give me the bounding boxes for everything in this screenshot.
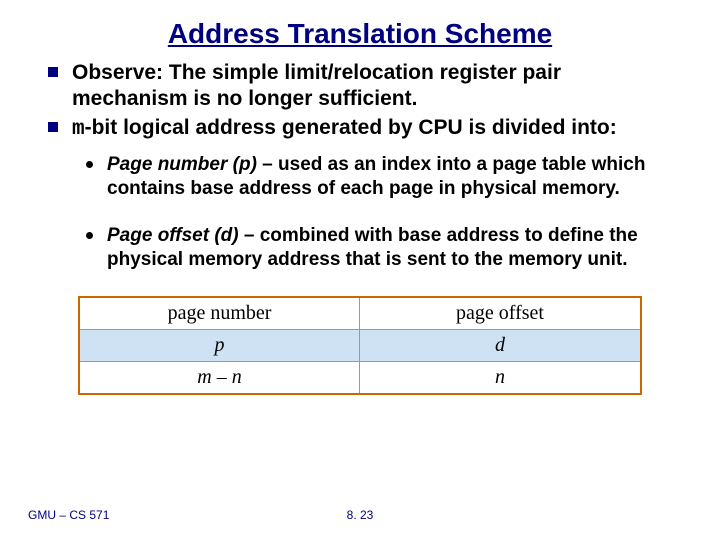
diagram-bits-cell: n: [360, 362, 640, 393]
bullet-item: Observe: The simple limit/relocation reg…: [48, 60, 672, 113]
sub-bullet-list: Page number (p) – used as an index into …: [48, 153, 672, 272]
diagram-symbol-cell: p: [80, 330, 360, 362]
square-bullet-icon: [48, 122, 58, 132]
diagram-header-cell: page offset: [360, 298, 640, 330]
dot-bullet-icon: [86, 232, 93, 239]
mono-prefix: m: [72, 118, 85, 141]
bullet-item: m-bit logical address generated by CPU i…: [48, 115, 672, 143]
square-bullet-icon: [48, 67, 58, 77]
sub-bullet-item: Page offset (d) – combined with base add…: [86, 224, 672, 272]
sub-bullet-text: Page offset (d) – combined with base add…: [107, 224, 672, 272]
diagram-table: page number page offset p d m – n n: [78, 296, 642, 395]
bullet-rest: -bit logical address generated by CPU is…: [85, 116, 617, 139]
diagram-bits-cell: m – n: [80, 362, 360, 393]
sub-bullet-item: Page number (p) – used as an index into …: [86, 153, 672, 201]
sub-bullet-text: Page number (p) – used as an index into …: [107, 153, 672, 201]
footer-page-number: 8. 23: [0, 508, 720, 522]
diagram-bits-row: m – n n: [80, 362, 640, 393]
sub-bullet-lead: Page number (p): [107, 154, 257, 175]
sub-bullet-lead: Page offset (d): [107, 225, 239, 246]
diagram-symbol-row: p d: [80, 330, 640, 362]
diagram-header-row: page number page offset: [80, 298, 640, 330]
slide-title: Address Translation Scheme: [0, 0, 720, 60]
bullet-text: m-bit logical address generated by CPU i…: [72, 115, 617, 143]
address-diagram: page number page offset p d m – n n: [48, 296, 672, 395]
bullet-text: Observe: The simple limit/relocation reg…: [72, 60, 672, 113]
diagram-symbol-cell: d: [360, 330, 640, 362]
slide-content: Observe: The simple limit/relocation reg…: [0, 60, 720, 395]
diagram-header-cell: page number: [80, 298, 360, 330]
dot-bullet-icon: [86, 161, 93, 168]
